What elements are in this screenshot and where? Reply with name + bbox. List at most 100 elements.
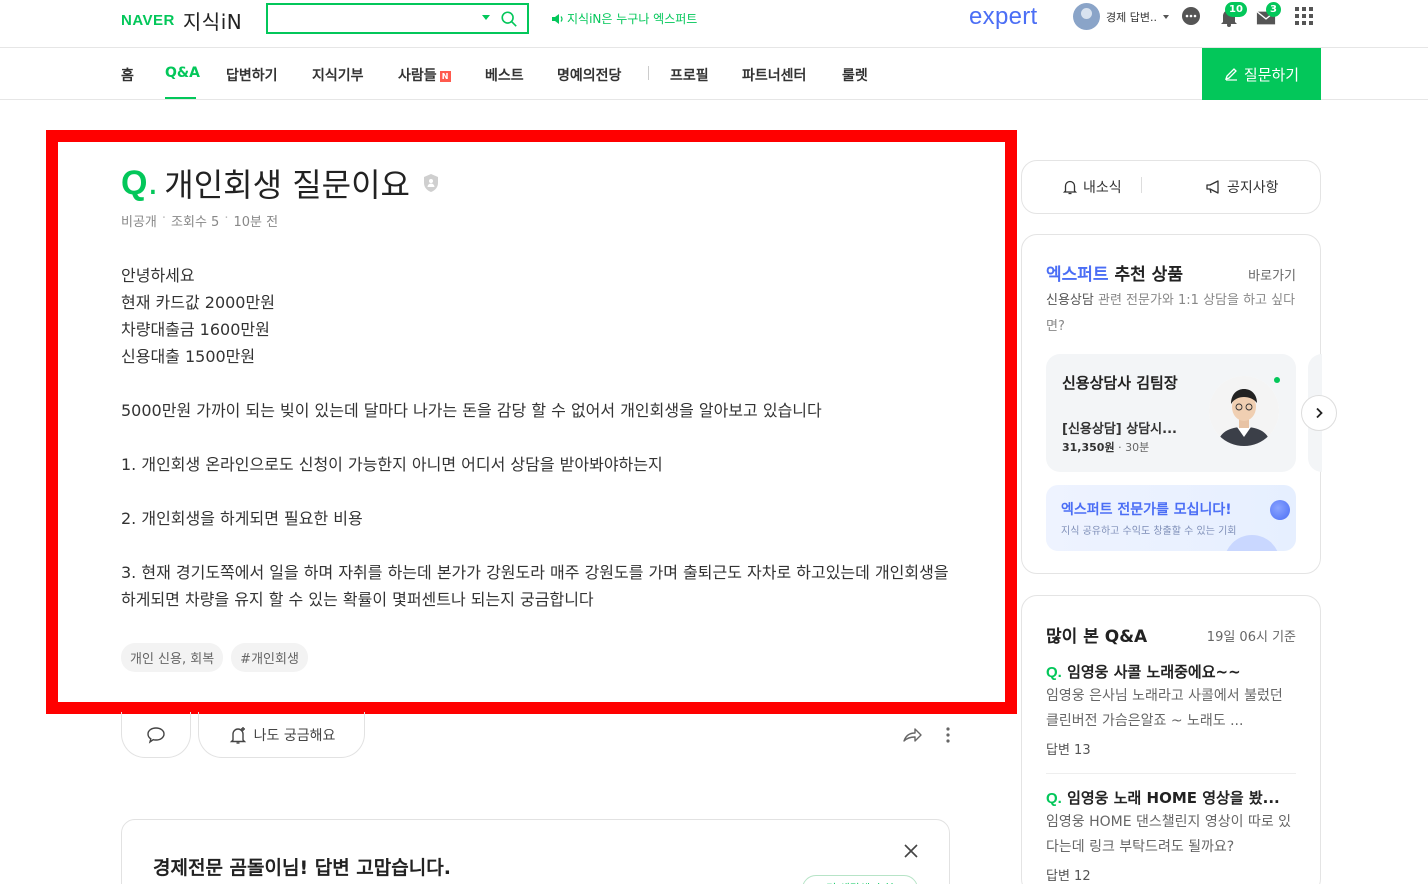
popular-question[interactable]: Q. 임영웅 사콜 노래중에요~~ <box>1046 661 1296 682</box>
popular-item[interactable]: Q. 임영웅 노래 HOME 영상을 봤... 임영웅 HOME 댄스챌린지 영… <box>1046 787 1296 884</box>
nav-profile[interactable]: 프로필 <box>670 65 709 85</box>
popular-desc: 임영웅 은사님 노래라고 사콜에서 불렀던 클린버전 가슴은알죠 ~ 노래도 .… <box>1046 688 1283 729</box>
my-news-label: 내소식 <box>1083 180 1122 196</box>
private-shield-icon <box>423 174 438 192</box>
expert-name: 신용상담사 김팀장 <box>1062 374 1178 392</box>
search-input[interactable] <box>268 5 468 32</box>
body-line: 신용대출 1500만원 <box>121 347 256 366</box>
ask-question-button[interactable]: 질문하기 <box>1202 48 1321 100</box>
orb-graphic-icon <box>1270 500 1290 520</box>
new-badge: N <box>439 71 451 82</box>
tag-list: 개인 신용, 회복 #개인회생 <box>121 643 308 672</box>
popular-title: 많이 본 Q&A <box>1046 627 1148 647</box>
body-line <box>121 370 961 397</box>
announcements-link[interactable]: 공지사항 <box>1205 177 1279 197</box>
apps-grid-icon[interactable] <box>1295 7 1313 25</box>
recruit-title: 엑스퍼트 전문가를 모십니다! <box>1061 502 1232 518</box>
popular-answer-count: 답변 12 <box>1046 869 1091 884</box>
carousel-next-button[interactable] <box>1301 395 1337 431</box>
q-mark: Q <box>121 163 148 202</box>
top-header: NAVER 지식iN 지식iN은 누구나 엑스퍼트 expert 경제 답변..… <box>0 0 1428 48</box>
comment-button[interactable] <box>121 712 191 758</box>
question-body: 안녕하세요 현재 카드값 2000만원 차량대출금 1600만원 신용대출 15… <box>121 262 961 613</box>
question-actions: 나도 궁금해요 <box>121 712 961 760</box>
search-icon[interactable] <box>500 10 518 28</box>
active-tab-underline <box>165 97 196 99</box>
body-line: 현재 카드값 2000만원 <box>121 293 275 312</box>
chevron-right-icon <box>1316 407 1323 419</box>
body-line: 차량대출금 1600만원 <box>121 320 270 339</box>
expert-card[interactable]: 신용상담사 김팀장 [신용상담] 상담시... 31,350원 · 30분 <box>1046 354 1296 472</box>
expert-recruit-banner[interactable]: 엑스퍼트 전문가를 모십니다! 지식 공유하고 수익도 창출할 수 있는 기회 <box>1046 485 1296 551</box>
popular-time: 19일 06시 기준 <box>1206 630 1296 645</box>
nav-best[interactable]: 베스트 <box>485 65 524 85</box>
curious-button-label: 나도 궁금해요 <box>253 727 336 744</box>
ask-button-label: 질문하기 <box>1243 65 1300 84</box>
my-news-link[interactable]: 내소식 <box>1062 177 1122 197</box>
username[interactable]: 경제 답변.. <box>1106 9 1157 25</box>
posted-time: 10분 전 <box>233 215 279 230</box>
nav-donate[interactable]: 지식기부 <box>312 65 364 85</box>
more-options-icon[interactable] <box>944 726 952 744</box>
search-dropdown-caret-icon[interactable] <box>482 15 490 20</box>
body-line <box>121 424 961 451</box>
promo-link[interactable]: 지식iN은 누구나 엑스퍼트 <box>551 10 697 27</box>
nav-roulette[interactable]: 룰렛 <box>842 65 868 85</box>
nav-answer[interactable]: 답변하기 <box>226 65 278 85</box>
nav-qna[interactable]: Q&A <box>165 65 200 81</box>
megaphone-icon <box>1206 180 1219 194</box>
nav-hall-of-fame[interactable]: 명예의전당 <box>557 65 621 85</box>
expert-shortcut-link[interactable]: 바로가기 <box>1248 265 1296 284</box>
speaker-icon <box>552 13 563 24</box>
view-count: 조회수 5 <box>171 215 220 230</box>
tag-hashtag[interactable]: #개인회생 <box>231 643 308 672</box>
popular-qna-box: 많이 본 Q&A 19일 06시 기준 Q. 임영웅 사콜 노래중에요~~ 임영… <box>1021 595 1321 884</box>
main-nav: 홈 Q&A 답변하기 지식기부 사람들 N 베스트 명예의전당 프로필 파트너센터… <box>0 48 1428 100</box>
naver-logo[interactable]: NAVER <box>121 12 175 29</box>
expert-logo[interactable]: expert <box>969 3 1038 31</box>
body-line: 안녕하세요 <box>121 266 195 285</box>
body-line <box>121 478 961 505</box>
comment-icon <box>147 726 165 744</box>
body-line <box>121 532 961 559</box>
promo-text[interactable]: 지식iN은 누구나 엑스퍼트 <box>567 10 697 27</box>
kin-logo[interactable]: 지식iN <box>183 6 242 35</box>
search-box <box>266 3 529 34</box>
expert-description: 신용상담 관련 전문가와 1:1 상담을 하고 싶다면? <box>1046 293 1296 334</box>
author: 비공개 <box>121 215 157 230</box>
expert-photo <box>1209 376 1279 446</box>
user-caret-icon[interactable] <box>1162 14 1169 19</box>
nav-home[interactable]: 홈 <box>121 65 134 85</box>
expert-section-title: 엑스퍼트 추천 상품 <box>1046 265 1183 285</box>
body-line: 1. 개인회생 온라인으로도 신청이 가능한지 아니면 어디서 상담을 받아봐야… <box>121 455 663 474</box>
nav-people-label: 사람들 <box>398 68 437 84</box>
avatar[interactable] <box>1073 3 1100 30</box>
bell-plus-icon <box>229 726 246 744</box>
announcements-label: 공지사항 <box>1227 180 1279 196</box>
popular-item[interactable]: Q. 임영웅 사콜 노래중에요~~ 임영웅 은사님 노래라고 사콜에서 불렀던 … <box>1046 661 1296 758</box>
notice-divider <box>1141 177 1142 193</box>
question-title-text: 개인회생 질문이요 <box>164 166 410 204</box>
recruit-subtitle: 지식 공유하고 수익도 창출할 수 있는 기회 <box>1061 526 1237 537</box>
body-line: 5000만원 가까이 되는 빚이 있는데 달마다 나가는 돈을 감당 할 수 없… <box>121 401 822 420</box>
nav-people[interactable]: 사람들 N <box>398 65 451 85</box>
nav-partner-center[interactable]: 파트너센터 <box>742 65 806 85</box>
popular-question[interactable]: Q. 임영웅 노래 HOME 영상을 봤... <box>1046 787 1296 808</box>
close-icon[interactable] <box>903 843 919 859</box>
naver-kin-logo[interactable]: NAVER 지식iN <box>121 6 242 35</box>
thanks-pill-button[interactable]: 더 생각해 추천 <box>802 875 918 884</box>
popular-desc: 임영웅 HOME 댄스챌린지 영상이 따로 있다는데 링크 부탁드려도 될까요? <box>1046 814 1292 855</box>
pencil-icon <box>1224 68 1237 81</box>
question-title: Q. 개인회생 질문이요 <box>121 160 440 206</box>
online-status-dot <box>1274 377 1280 383</box>
share-icon[interactable] <box>902 725 922 745</box>
expert-price: 31,350원 · 30분 <box>1062 441 1150 454</box>
body-line: 3. 현재 경기도쪽에서 일을 하며 자취를 하는데 본가가 강원도라 매주 강… <box>121 563 949 609</box>
chat-icon[interactable] <box>1181 6 1201 26</box>
expert-product: [신용상담] 상담시... <box>1062 422 1177 437</box>
user-menu[interactable]: 경제 답변.. <box>1073 3 1169 30</box>
nav-divider <box>648 66 649 80</box>
curious-button[interactable]: 나도 궁금해요 <box>198 712 365 758</box>
tag-category[interactable]: 개인 신용, 회복 <box>121 643 224 672</box>
mail-badge: 3 <box>1266 2 1281 17</box>
